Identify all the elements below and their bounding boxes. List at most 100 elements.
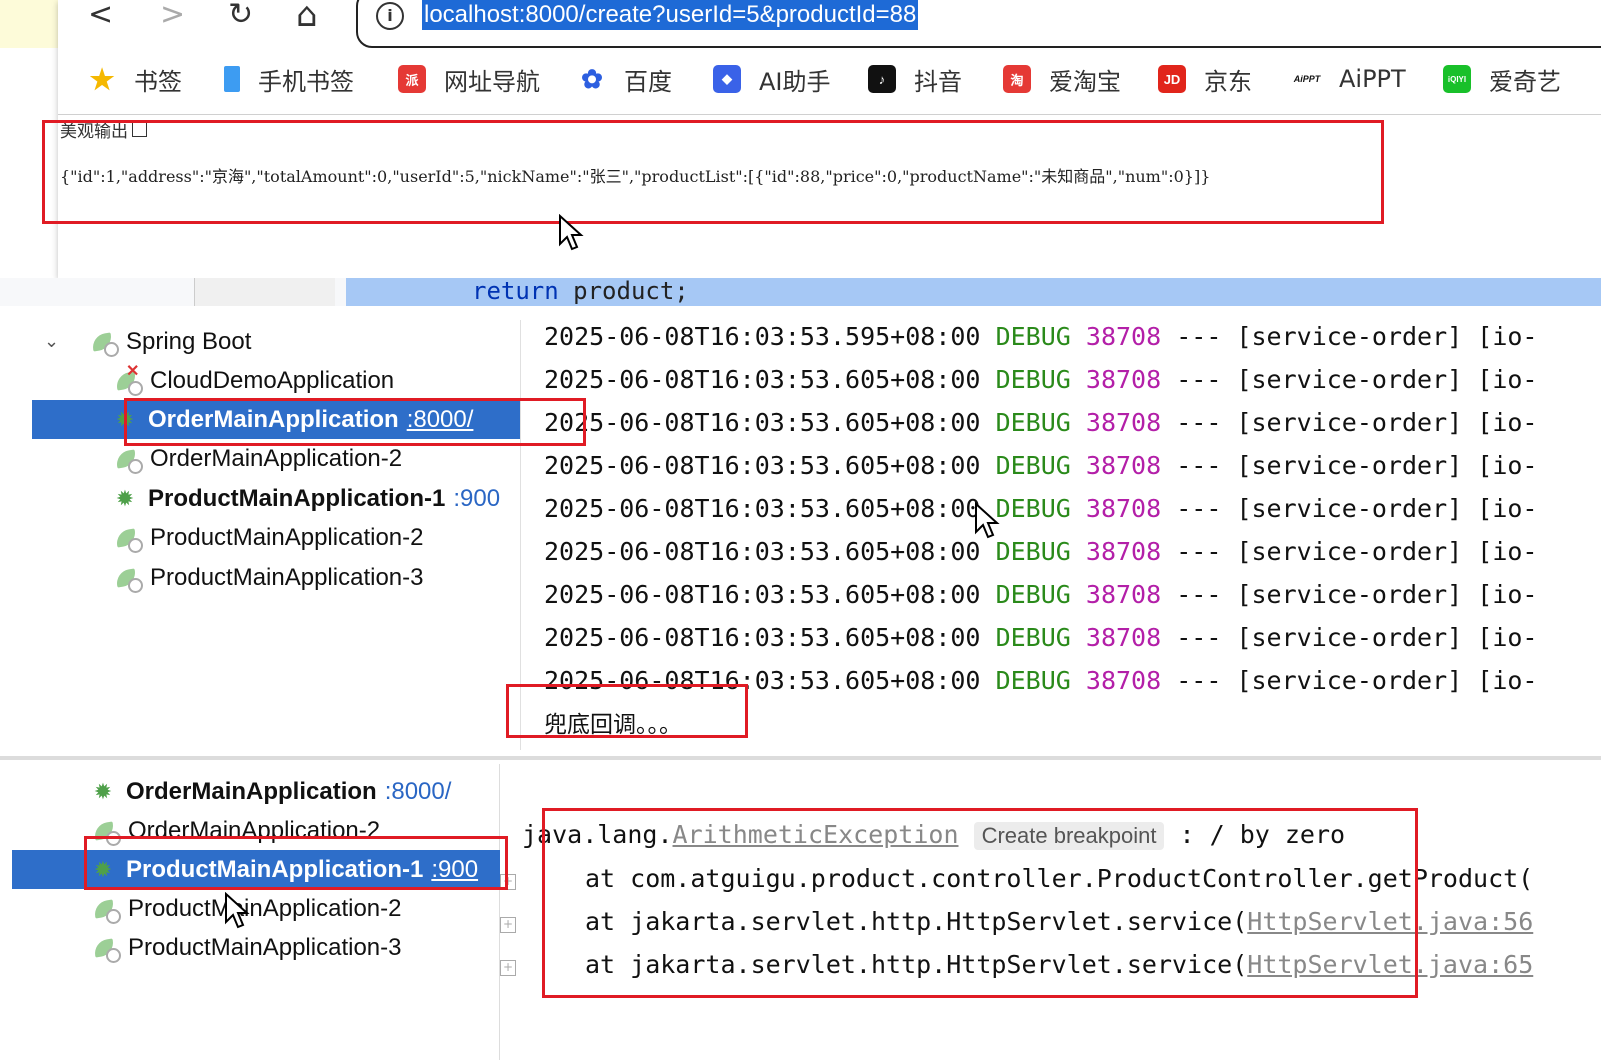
bookmark-iqiyi[interactable]: iQIYI 爱奇艺 bbox=[1443, 56, 1561, 102]
fold-expand-icon[interactable]: + bbox=[500, 874, 516, 890]
spring-boot-icon bbox=[114, 566, 143, 593]
bookmark-baidu[interactable]: ✿ 百度 bbox=[578, 56, 672, 102]
bookmark-jd[interactable]: JD 京东 bbox=[1158, 56, 1252, 102]
json-response-text: {"id":1,"address":"京海","totalAmount":0,"… bbox=[60, 167, 1211, 186]
nav-icon: 派 bbox=[398, 65, 426, 93]
log-service: [service-order] bbox=[1236, 494, 1463, 523]
service-item[interactable]: ✹ ProductMainApplication-1:900 bbox=[12, 850, 500, 890]
fold-expand-icon[interactable]: + bbox=[500, 917, 516, 933]
create-breakpoint-button[interactable]: Create breakpoint bbox=[973, 822, 1165, 850]
exception-class-link[interactable]: ArithmeticException bbox=[673, 820, 959, 849]
log-timestamp: 2025-06-08T16:03:53.605+08:00 bbox=[544, 408, 981, 437]
pretty-print-checkbox[interactable] bbox=[132, 122, 147, 137]
log-level: DEBUG bbox=[995, 494, 1071, 523]
fold-expand-icon[interactable]: + bbox=[500, 960, 516, 976]
log-pid: 38708 bbox=[1085, 365, 1162, 394]
debug-bug-icon: ✹ bbox=[93, 778, 113, 804]
spring-boot-icon bbox=[92, 897, 121, 925]
site-info-icon[interactable]: i bbox=[376, 2, 404, 30]
forward-icon[interactable]: > bbox=[160, 0, 185, 30]
service-item[interactable]: ProductMainApplication-3 bbox=[32, 558, 520, 597]
bookmark-label: 手机书签 bbox=[258, 67, 354, 96]
log-service: [service-order] bbox=[1236, 365, 1463, 394]
back-icon[interactable]: < bbox=[88, 0, 113, 30]
reload-icon[interactable]: ↻ bbox=[228, 0, 253, 30]
service-item[interactable]: OrderMainApplication-2 bbox=[32, 440, 520, 479]
debug-bug-icon: ✹ bbox=[115, 406, 135, 432]
bookmark-label: 爱奇艺 bbox=[1489, 67, 1561, 96]
tree-group-spring-boot[interactable]: ⌄ Spring Boot bbox=[32, 322, 520, 361]
log-pid: 38708 bbox=[1085, 494, 1162, 523]
bookmark-star[interactable]: ★ 书签 bbox=[88, 56, 182, 102]
service-item[interactable]: ProductMainApplication-2 bbox=[12, 890, 500, 929]
douyin-icon: ♪ bbox=[868, 65, 896, 93]
log-timestamp: 2025-06-08T16:03:53.605+08:00 bbox=[544, 623, 981, 652]
service-item[interactable]: ✕ CloudDemoApplication bbox=[32, 361, 520, 400]
ide-services-panel-top: 32 return product; ⌄ Spring Boot ✕ CloudD… bbox=[0, 278, 1601, 758]
service-item[interactable]: ✹ ProductMainApplication-1:900 bbox=[32, 479, 520, 518]
service-port-link[interactable]: :8000/ bbox=[385, 778, 452, 806]
pretty-print-label: 美观输出 bbox=[60, 122, 128, 142]
log-level: DEBUG bbox=[995, 537, 1071, 566]
log-level: DEBUG bbox=[995, 322, 1071, 351]
services-tree-bottom: ✹ OrderMainApplication :8000/OrderMainAppl… bbox=[12, 764, 500, 1060]
log-separator: --- bbox=[1176, 494, 1222, 523]
bookmark-phone[interactable]: 手机书签 bbox=[218, 56, 354, 102]
source-file-link[interactable]: HttpServlet.java:65 bbox=[1247, 950, 1533, 979]
service-name: CloudDemoApplication bbox=[150, 366, 395, 394]
chevron-down-icon[interactable]: ⌄ bbox=[32, 331, 90, 352]
pretty-print-option[interactable]: 美观输出 bbox=[60, 117, 147, 142]
phone-icon bbox=[224, 66, 240, 92]
log-timestamp: 2025-06-08T16:03:53.605+08:00 bbox=[544, 451, 981, 480]
source-file-link[interactable]: HttpServlet.java:56 bbox=[1247, 907, 1533, 936]
service-item[interactable]: ✹ OrderMainApplication:8000/ bbox=[32, 400, 520, 440]
log-line: 2025-06-08T16:03:53.605+08:00 DEBUG 3870… bbox=[544, 451, 1538, 481]
log-separator: --- bbox=[1176, 537, 1222, 566]
log-pid: 38708 bbox=[1085, 537, 1162, 566]
iqiyi-icon: iQIYI bbox=[1443, 65, 1471, 93]
code-keyword: return bbox=[472, 277, 559, 305]
log-thread: [io- bbox=[1477, 365, 1538, 394]
bookmark-douyin[interactable]: ♪ 抖音 bbox=[868, 56, 962, 102]
spring-boot-icon bbox=[92, 819, 121, 846]
bookmark-label: AiPPT bbox=[1339, 65, 1406, 93]
log-thread: [io- bbox=[1477, 580, 1538, 609]
service-item[interactable]: ✹ OrderMainApplication :8000/ bbox=[12, 772, 500, 811]
fallback-callback-message: 兜底回调。。。 bbox=[544, 712, 682, 738]
log-separator: --- bbox=[1176, 451, 1222, 480]
spring-boot-icon bbox=[114, 447, 143, 475]
bookmark-nav[interactable]: 派网址导航 bbox=[398, 56, 540, 102]
bookmark-aippt[interactable]: AiPPT AiPPT bbox=[1293, 56, 1406, 102]
bookmark-ai-assistant[interactable]: ◆ AI助手 bbox=[713, 56, 831, 102]
exception-console: java.lang.ArithmeticException Create bre… bbox=[500, 796, 1601, 1056]
url-text[interactable]: localhost:8000/create?userId=5&productId… bbox=[422, 0, 919, 30]
home-icon[interactable]: ⌂ bbox=[296, 0, 318, 32]
service-item[interactable]: ProductMainApplication-2 bbox=[32, 519, 520, 558]
service-port-link[interactable]: :900 bbox=[453, 485, 500, 513]
tree-group-label: Spring Boot bbox=[126, 327, 252, 355]
log-line: 2025-06-08T16:03:53.595+08:00 DEBUG 3870… bbox=[544, 322, 1538, 352]
mouse-cursor-icon bbox=[975, 502, 1000, 539]
stack-trace-line: at jakarta.servlet.http.HttpServlet.serv… bbox=[585, 907, 1533, 937]
bookmark-taobao[interactable]: 淘爱淘宝 bbox=[1003, 56, 1121, 102]
log-pid: 38708 bbox=[1085, 451, 1162, 480]
log-line: 2025-06-08T16:03:53.605+08:00 DEBUG 3870… bbox=[544, 365, 1538, 395]
service-port-link[interactable]: :900 bbox=[431, 856, 478, 884]
stack-trace-line: at jakarta.servlet.http.HttpServlet.serv… bbox=[585, 950, 1533, 980]
log-separator: --- bbox=[1176, 322, 1222, 351]
bookmark-label: 京东 bbox=[1204, 67, 1252, 96]
star-icon: ★ bbox=[89, 63, 115, 95]
bookmark-label: 百度 bbox=[624, 67, 672, 96]
service-item[interactable]: ProductMainApplication-3 bbox=[12, 929, 500, 968]
code-line[interactable]: return product; bbox=[472, 278, 689, 304]
log-pid: 38708 bbox=[1085, 623, 1162, 652]
log-line: 2025-06-08T16:03:53.605+08:00 DEBUG 3870… bbox=[544, 408, 1538, 438]
service-port-link[interactable]: :8000/ bbox=[407, 406, 474, 434]
log-timestamp: 2025-06-08T16:03:53.605+08:00 bbox=[544, 537, 981, 566]
address-bar[interactable]: i localhost:8000/create?userId=5&product… bbox=[356, 0, 1601, 48]
aippt-icon: AiPPT bbox=[1293, 74, 1321, 84]
ai-assistant-icon: ◆ bbox=[713, 65, 741, 93]
service-item[interactable]: OrderMainApplication-2 bbox=[12, 811, 500, 850]
service-name: OrderMainApplication bbox=[126, 777, 377, 805]
bookmarks-bar: ★ 书签 手机书签派网址导航 ✿ 百度 ◆ AI助手 ♪ 抖音淘爱淘宝 JD 京东 AiPPT AiPP… bbox=[58, 56, 1601, 102]
